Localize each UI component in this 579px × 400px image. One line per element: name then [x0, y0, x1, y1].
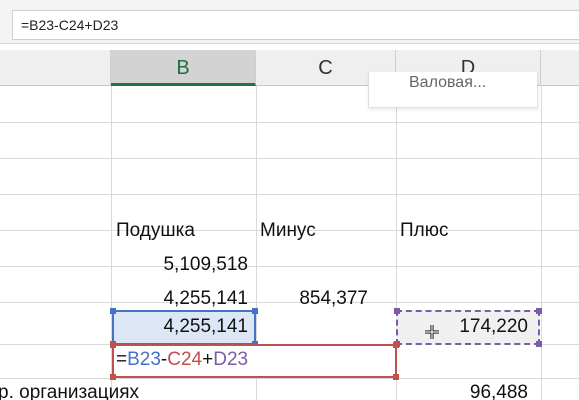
- cell-b-row1[interactable]: 5,109,518: [112, 254, 248, 276]
- cell-d-row3[interactable]: 174,220: [396, 316, 528, 338]
- move-cursor-icon: [425, 325, 439, 339]
- cell-header-b[interactable]: Подушка: [116, 220, 195, 242]
- formula-bar-area: =B23-C24+D23: [0, 0, 579, 44]
- cell-b-row3[interactable]: 4,255,141: [112, 316, 248, 338]
- cell-b-row2[interactable]: 4,255,141: [112, 288, 248, 310]
- cell-header-c[interactable]: Минус: [260, 220, 316, 242]
- column-header-e[interactable]: [541, 50, 579, 86]
- chart-label: Валовая...: [409, 74, 487, 91]
- column-header-b[interactable]: B: [111, 50, 256, 86]
- formula-bar-input[interactable]: =B23-C24+D23: [12, 10, 579, 40]
- cell-a-last[interactable]: р. организациях: [0, 382, 139, 400]
- column-header-a[interactable]: [0, 50, 111, 86]
- formula-edit-text[interactable]: =B23-C24+D23: [116, 349, 248, 371]
- chart-object[interactable]: Валовая...: [368, 72, 538, 108]
- cell-header-d[interactable]: Плюс: [400, 220, 449, 242]
- cell-d-last[interactable]: 96,488: [396, 382, 528, 400]
- cell-c-row2[interactable]: 854,377: [256, 288, 368, 310]
